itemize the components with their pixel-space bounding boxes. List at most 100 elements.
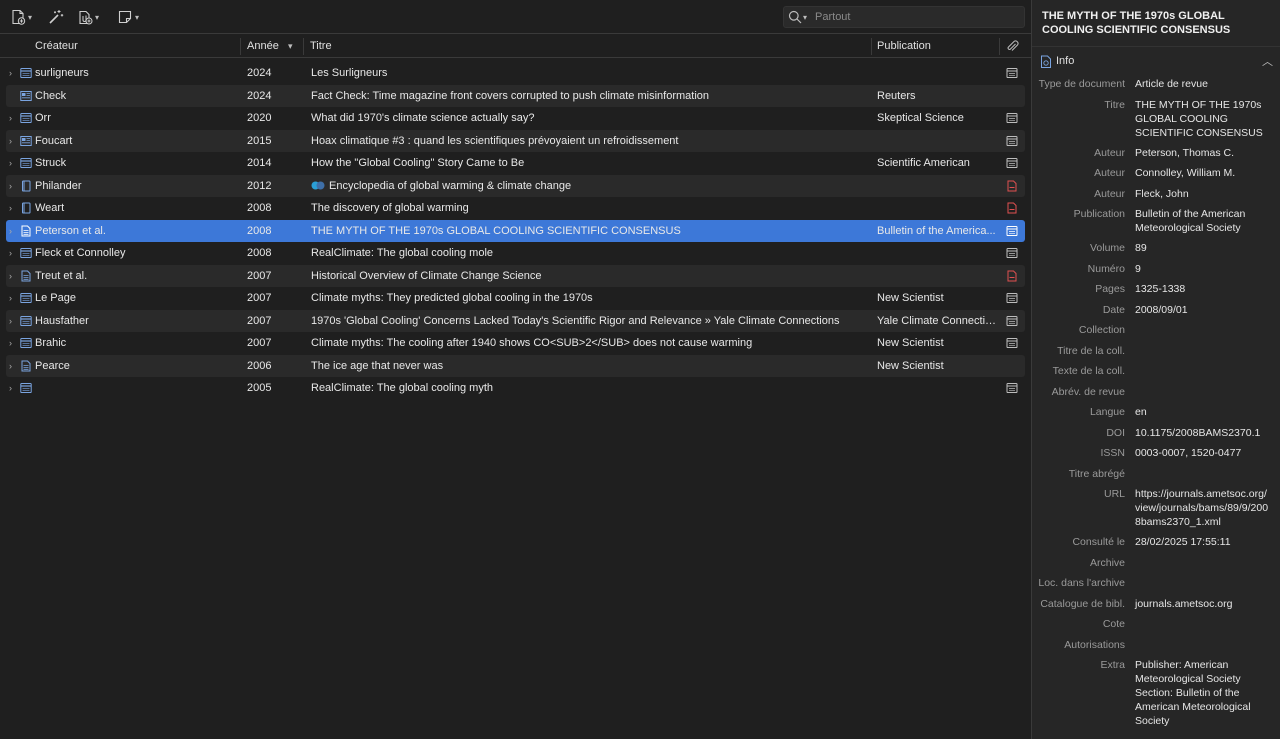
chevron-right-icon[interactable]: › bbox=[9, 265, 12, 287]
snapshot-attachment-icon[interactable] bbox=[1006, 382, 1018, 394]
table-row[interactable]: › 2005 RealClimate: The global cooling myt… bbox=[6, 377, 1025, 400]
field-value[interactable] bbox=[1135, 556, 1270, 571]
chevron-right-icon[interactable]: › bbox=[9, 152, 12, 174]
search-box[interactable]: ▾ bbox=[783, 6, 1025, 28]
field-value[interactable] bbox=[1135, 467, 1270, 482]
table-row[interactable]: › Hausfather 2007 1970s 'Global Cooling' Co… bbox=[6, 309, 1025, 332]
column-attachments[interactable] bbox=[1006, 40, 1019, 56]
chevron-up-icon[interactable]: ︿ bbox=[1262, 53, 1273, 69]
table-row[interactable]: › Weart 2008 The discovery of global warmin… bbox=[6, 197, 1025, 220]
field-value[interactable]: Peterson, Thomas C. bbox=[1135, 146, 1270, 161]
snapshot-attachment-icon[interactable] bbox=[1006, 247, 1018, 259]
chevron-right-icon[interactable]: › bbox=[9, 287, 12, 309]
chevron-right-icon[interactable]: › bbox=[9, 62, 12, 84]
creator-cell: Hausfather bbox=[35, 314, 89, 327]
snapshot-attachment-icon[interactable] bbox=[1006, 337, 1018, 349]
field-label: Cote bbox=[1102, 618, 1125, 630]
creator-cell: Check bbox=[35, 89, 67, 102]
field-value[interactable]: journals.ametsoc.org bbox=[1135, 597, 1270, 612]
table-row[interactable]: › Pearce 2006 The ice age that never was New… bbox=[6, 354, 1025, 377]
table-row[interactable]: › Peterson et al. 2008 THE MYTH OF THE 1970… bbox=[6, 219, 1025, 242]
chevron-down-icon[interactable]: ▾ bbox=[803, 13, 807, 22]
field-value[interactable]: THE MYTH OF THE 1970s GLOBAL COOLING SCI… bbox=[1135, 98, 1270, 140]
table-row[interactable]: › surligneurs 2024 Les Surligneurs bbox=[6, 62, 1025, 85]
info-field-row: Cote bbox=[1032, 614, 1280, 635]
magic-wand-icon bbox=[49, 10, 64, 24]
column-publication[interactable]: Publication bbox=[871, 35, 997, 58]
table-row[interactable]: › Foucart 2015 Hoax climatique #3 : quand l… bbox=[6, 129, 1025, 152]
field-value[interactable]: 89 bbox=[1135, 241, 1270, 256]
field-value[interactable]: Fleck, John bbox=[1135, 187, 1270, 202]
column-title[interactable]: Titre bbox=[304, 35, 870, 58]
table-row[interactable]: › Treut et al. 2007 Historical Overview of … bbox=[6, 264, 1025, 287]
newspaper-icon bbox=[20, 135, 32, 147]
chevron-right-icon[interactable]: › bbox=[9, 242, 12, 264]
add-by-identifier-button[interactable] bbox=[48, 6, 64, 28]
column-divider[interactable] bbox=[999, 38, 1000, 55]
table-row[interactable]: › Philander 2012 Encyclopedia of global war… bbox=[6, 174, 1025, 197]
field-label: Auteur bbox=[1094, 187, 1125, 200]
field-value[interactable]: 9 bbox=[1135, 262, 1270, 277]
column-year[interactable]: Année bbox=[241, 35, 303, 58]
chevron-right-icon[interactable]: › bbox=[9, 130, 12, 152]
chevron-right-icon[interactable]: › bbox=[9, 107, 12, 129]
table-row[interactable]: › Fleck et Connolley 2008 RealClimate: The … bbox=[6, 242, 1025, 265]
field-value[interactable] bbox=[1135, 617, 1270, 632]
field-value[interactable]: https://journals.ametsoc.org/view/journa… bbox=[1135, 487, 1270, 529]
year-cell: 2006 bbox=[247, 359, 272, 372]
field-value[interactable]: Publisher: American Meteorological Socie… bbox=[1135, 658, 1270, 728]
search-icon bbox=[788, 10, 802, 24]
table-row[interactable]: › Le Page 2007 Climate myths: They predicte… bbox=[6, 287, 1025, 310]
pdf-attachment-icon[interactable] bbox=[1006, 180, 1018, 192]
info-section-header[interactable]: Info bbox=[1040, 53, 1074, 69]
field-value[interactable] bbox=[1135, 385, 1270, 400]
chevron-right-icon[interactable]: › bbox=[9, 355, 12, 377]
newspaper-icon bbox=[20, 90, 32, 102]
field-value[interactable]: Article de revue bbox=[1135, 77, 1270, 92]
table-row[interactable]: Check 2024 Fact Check: Time magazine front… bbox=[6, 84, 1025, 107]
new-note-button[interactable]: ▾ bbox=[117, 6, 139, 28]
publication-cell bbox=[877, 62, 997, 85]
field-value[interactable]: 10.1175/2008BAMS2370.1 bbox=[1135, 426, 1270, 441]
field-value[interactable]: en bbox=[1135, 405, 1270, 420]
field-value[interactable] bbox=[1135, 323, 1270, 338]
snapshot-attachment-icon[interactable] bbox=[1006, 112, 1018, 124]
field-value[interactable] bbox=[1135, 344, 1270, 359]
field-value[interactable] bbox=[1135, 638, 1270, 653]
field-label: Consulté le bbox=[1072, 536, 1125, 548]
snapshot-attachment-icon[interactable] bbox=[1006, 135, 1018, 147]
search-input[interactable] bbox=[815, 11, 1006, 23]
snapshot-attachment-icon[interactable] bbox=[1006, 315, 1018, 327]
field-value[interactable] bbox=[1135, 576, 1270, 591]
field-value[interactable]: 0003-0007, 1520-0477 bbox=[1135, 446, 1270, 461]
pdf-attachment-icon[interactable] bbox=[1006, 270, 1018, 282]
chevron-right-icon[interactable]: › bbox=[9, 197, 12, 219]
snapshot-attachment-icon[interactable] bbox=[1006, 225, 1018, 237]
year-cell: 2007 bbox=[247, 337, 272, 349]
snapshot-attachment-icon[interactable] bbox=[1006, 292, 1018, 304]
journal-icon bbox=[20, 270, 32, 282]
field-value[interactable] bbox=[1135, 364, 1270, 379]
chevron-right-icon[interactable]: › bbox=[9, 175, 12, 197]
new-item-button[interactable]: ▾ bbox=[10, 6, 32, 28]
chevron-right-icon[interactable]: › bbox=[9, 220, 12, 242]
chevron-right-icon[interactable]: › bbox=[9, 332, 12, 354]
table-row[interactable]: › Brahic 2007 Climate myths: The cooling af… bbox=[6, 332, 1025, 355]
webpage-icon bbox=[20, 157, 32, 169]
snapshot-attachment-icon[interactable] bbox=[1006, 67, 1018, 79]
chevron-right-icon[interactable]: › bbox=[9, 377, 12, 399]
table-row[interactable]: › Struck 2014 How the "Global Cooling" Stor… bbox=[6, 152, 1025, 175]
pdf-attachment-icon[interactable] bbox=[1006, 202, 1018, 214]
field-value[interactable]: 1325-1338 bbox=[1135, 282, 1270, 297]
add-attachment-button[interactable]: ▾ bbox=[77, 6, 99, 28]
field-value[interactable]: 2008/09/01 bbox=[1135, 303, 1270, 318]
webpage-icon bbox=[20, 337, 32, 349]
info-fields: Type de document Article de revue Titre THE… bbox=[1032, 74, 1280, 731]
field-value[interactable]: Bulletin of the American Meteorological … bbox=[1135, 207, 1270, 235]
field-value[interactable]: Connolley, William M. bbox=[1135, 166, 1270, 181]
table-row[interactable]: › Orr 2020 What did 1970's climate science … bbox=[6, 107, 1025, 130]
chevron-right-icon[interactable]: › bbox=[9, 310, 12, 332]
column-creator[interactable]: Créateur bbox=[29, 35, 239, 58]
field-value[interactable]: 28/02/2025 17:55:11 bbox=[1135, 535, 1270, 550]
snapshot-attachment-icon[interactable] bbox=[1006, 157, 1018, 169]
